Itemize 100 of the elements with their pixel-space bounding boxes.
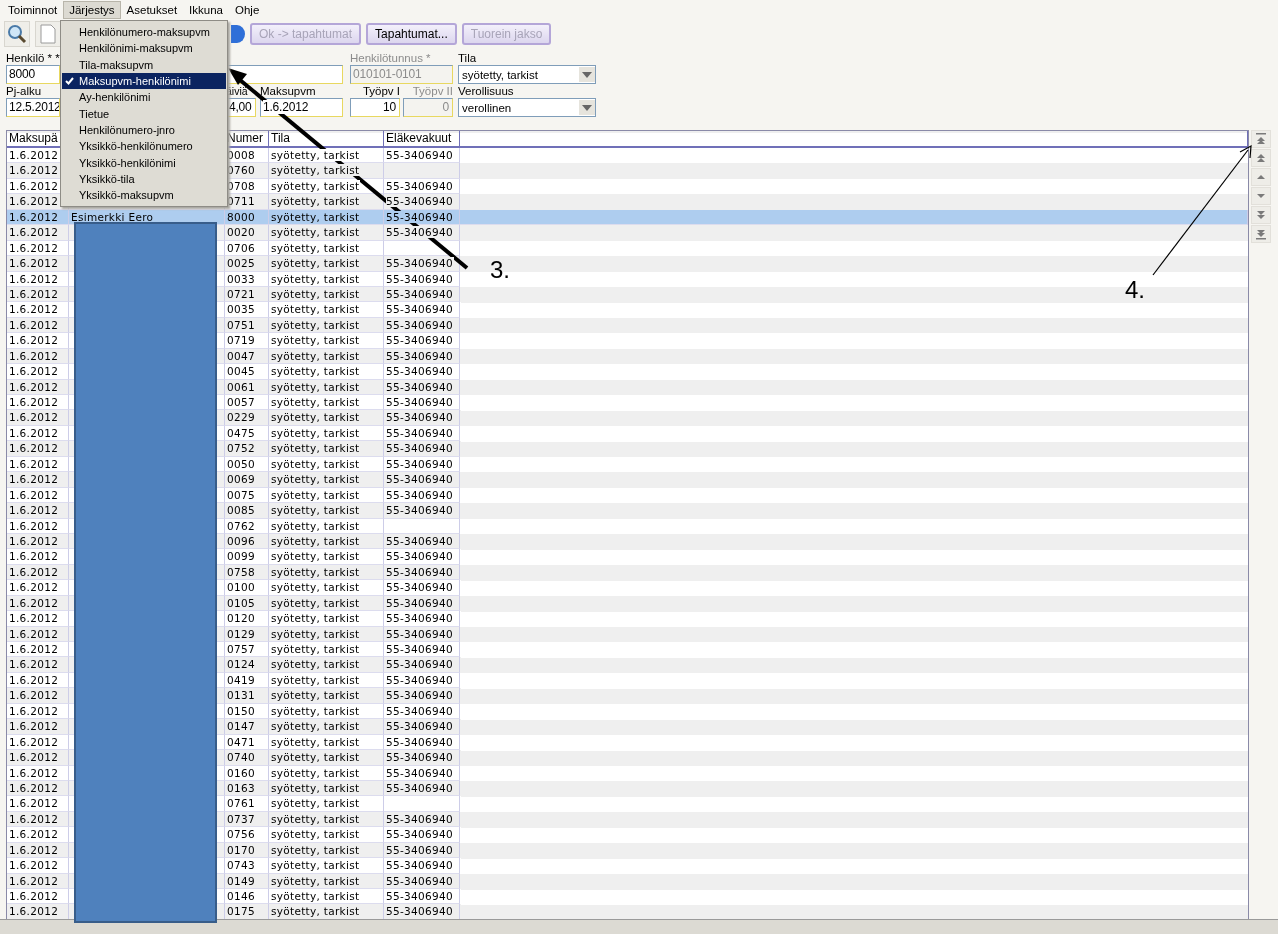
- table-cell: syötetty, tarkist: [271, 257, 361, 270]
- table-cell: 1.6.2012: [9, 797, 60, 810]
- dropdown[interactable]: verollinen: [458, 98, 596, 117]
- table-cell: 0105: [227, 596, 256, 609]
- menu-item[interactable]: Ohje: [229, 0, 266, 19]
- table-cell: 1.6.2012: [9, 905, 60, 918]
- table-cell: 0047: [227, 349, 256, 362]
- input-field[interactable]: 4,00: [226, 98, 256, 117]
- table-cell: 1.6.2012: [9, 396, 60, 408]
- table-cell: 55-3406940: [386, 257, 454, 270]
- menu-option[interactable]: Henkilönimi-maksupvm: [62, 40, 226, 57]
- table-cell: 0129: [227, 627, 256, 640]
- menu-option[interactable]: Ay-henkilönimi: [62, 89, 226, 106]
- table-cell: syötetty, tarkist: [271, 210, 361, 223]
- table-cell: 55-3406940: [386, 272, 454, 285]
- table-cell: 55-3406940: [386, 596, 454, 609]
- table-cell: 1.6.2012: [9, 534, 60, 547]
- table-cell: syötetty, tarkist: [271, 550, 361, 563]
- table-cell: 0756: [227, 828, 256, 841]
- new-document-button[interactable]: [35, 21, 61, 47]
- annotation-label: 4.: [1125, 276, 1145, 304]
- input-field[interactable]: 1.6.2012: [260, 98, 343, 117]
- menu-item[interactable]: Asetukset: [120, 0, 184, 19]
- table-cell: Esimerkki Eero: [71, 210, 155, 223]
- table-cell: syötetty, tarkist: [271, 396, 361, 408]
- menu-option[interactable]: Maksupvm-henkilönimi: [62, 72, 226, 90]
- table-cell: 55-3406940: [386, 812, 454, 825]
- table-cell: 1.6.2012: [9, 488, 60, 501]
- column-header[interactable]: Tila: [269, 131, 384, 146]
- table-cell: 55-3406940: [386, 380, 454, 393]
- table-cell: 0050: [227, 457, 256, 470]
- scroll-button[interactable]: [1251, 130, 1271, 148]
- table-cell: 55-3406940: [386, 612, 454, 625]
- up-arrow-icon: [1256, 133, 1266, 145]
- toolbar-button[interactable]: Tapahtumat...: [366, 23, 457, 45]
- input-field[interactable]: [226, 65, 343, 84]
- table-cell: 1.6.2012: [9, 457, 60, 470]
- table-cell: 55-3406940: [386, 287, 454, 300]
- menu-item[interactable]: Järjestys: [63, 0, 121, 19]
- table-cell: 0743: [227, 859, 256, 872]
- table-cell: 1.6.2012: [9, 380, 60, 393]
- table-cell: syötetty, tarkist: [271, 504, 361, 517]
- scroll-button[interactable]: [1251, 225, 1271, 243]
- table-cell: 1.6.2012: [9, 550, 60, 563]
- menu-option[interactable]: Tietue: [62, 105, 226, 122]
- search-button[interactable]: [4, 21, 30, 47]
- table-cell: 55-3406940: [386, 766, 454, 779]
- table-cell: 0008: [227, 149, 256, 161]
- table-cell: 55-3406940: [386, 627, 454, 640]
- table-cell: 0761: [227, 797, 256, 810]
- scroll-button[interactable]: [1251, 187, 1271, 205]
- table-cell: 0147: [227, 720, 256, 733]
- menu-item[interactable]: Ikkuna: [183, 0, 229, 19]
- table-cell: 55-3406940: [386, 195, 454, 208]
- table-cell: 0163: [227, 781, 256, 794]
- menu-item[interactable]: Toiminnot: [2, 0, 64, 19]
- table-cell: syötetty, tarkist: [271, 828, 361, 841]
- table-cell: 55-3406940: [386, 643, 454, 655]
- table-cell: syötetty, tarkist: [271, 735, 361, 748]
- table-row[interactable]: 1.6.2012 Esimerkki Eero 8000 syötetty, tarkist 55-3406940: [7, 209, 1248, 226]
- table-cell: syötetty, tarkist: [271, 287, 361, 300]
- table-cell: 55-3406940: [386, 226, 454, 239]
- table-cell: 1.6.2012: [9, 812, 60, 825]
- table-cell: 55-3406940: [386, 890, 454, 902]
- table-cell: 0035: [227, 303, 256, 316]
- table-cell: 55-3406940: [386, 565, 454, 578]
- input-field[interactable]: 10: [350, 98, 400, 117]
- table-cell: 0075: [227, 488, 256, 501]
- table-cell: 55-3406940: [386, 303, 454, 316]
- scrollbar-track[interactable]: [0, 919, 1278, 934]
- table-cell: 1.6.2012: [9, 287, 60, 300]
- scroll-button[interactable]: [1251, 168, 1271, 186]
- column-header[interactable]: Eläkevakuut: [384, 131, 460, 146]
- table-cell: 1.6.2012: [9, 890, 60, 902]
- scroll-button[interactable]: [1251, 206, 1271, 224]
- dropdown[interactable]: syötetty, tarkist: [458, 65, 596, 84]
- input-field[interactable]: 8000: [6, 65, 60, 84]
- table-cell: 0100: [227, 581, 256, 594]
- help-icon[interactable]: [231, 25, 245, 43]
- table-cell: 1.6.2012: [9, 627, 60, 640]
- table-cell: syötetty, tarkist: [271, 164, 361, 177]
- table-cell: syötetty, tarkist: [271, 704, 361, 717]
- table-cell: 0419: [227, 673, 256, 686]
- table-cell: syötetty, tarkist: [271, 488, 361, 501]
- menu-option[interactable]: Tila-maksupvm: [62, 56, 226, 73]
- table-cell: 0150: [227, 704, 256, 717]
- table-cell: 1.6.2012: [9, 581, 60, 594]
- table-cell: 1.6.2012: [9, 658, 60, 671]
- scroll-button[interactable]: [1251, 149, 1271, 167]
- table-cell: 55-3406940: [386, 673, 454, 686]
- table-cell: syötetty, tarkist: [271, 149, 361, 161]
- table-cell: 1.6.2012: [9, 673, 60, 686]
- menu-option[interactable]: Henkilönumero-maksupvm: [62, 24, 226, 41]
- table-cell: 55-3406940: [386, 426, 454, 439]
- dropdown-arrow-icon: [582, 71, 592, 78]
- table-cell: 0025: [227, 257, 256, 270]
- table-cell: 55-3406940: [386, 488, 454, 501]
- table-cell: 55-3406940: [386, 581, 454, 594]
- table-cell: 1.6.2012: [9, 426, 60, 439]
- table-cell: 1.6.2012: [9, 735, 60, 748]
